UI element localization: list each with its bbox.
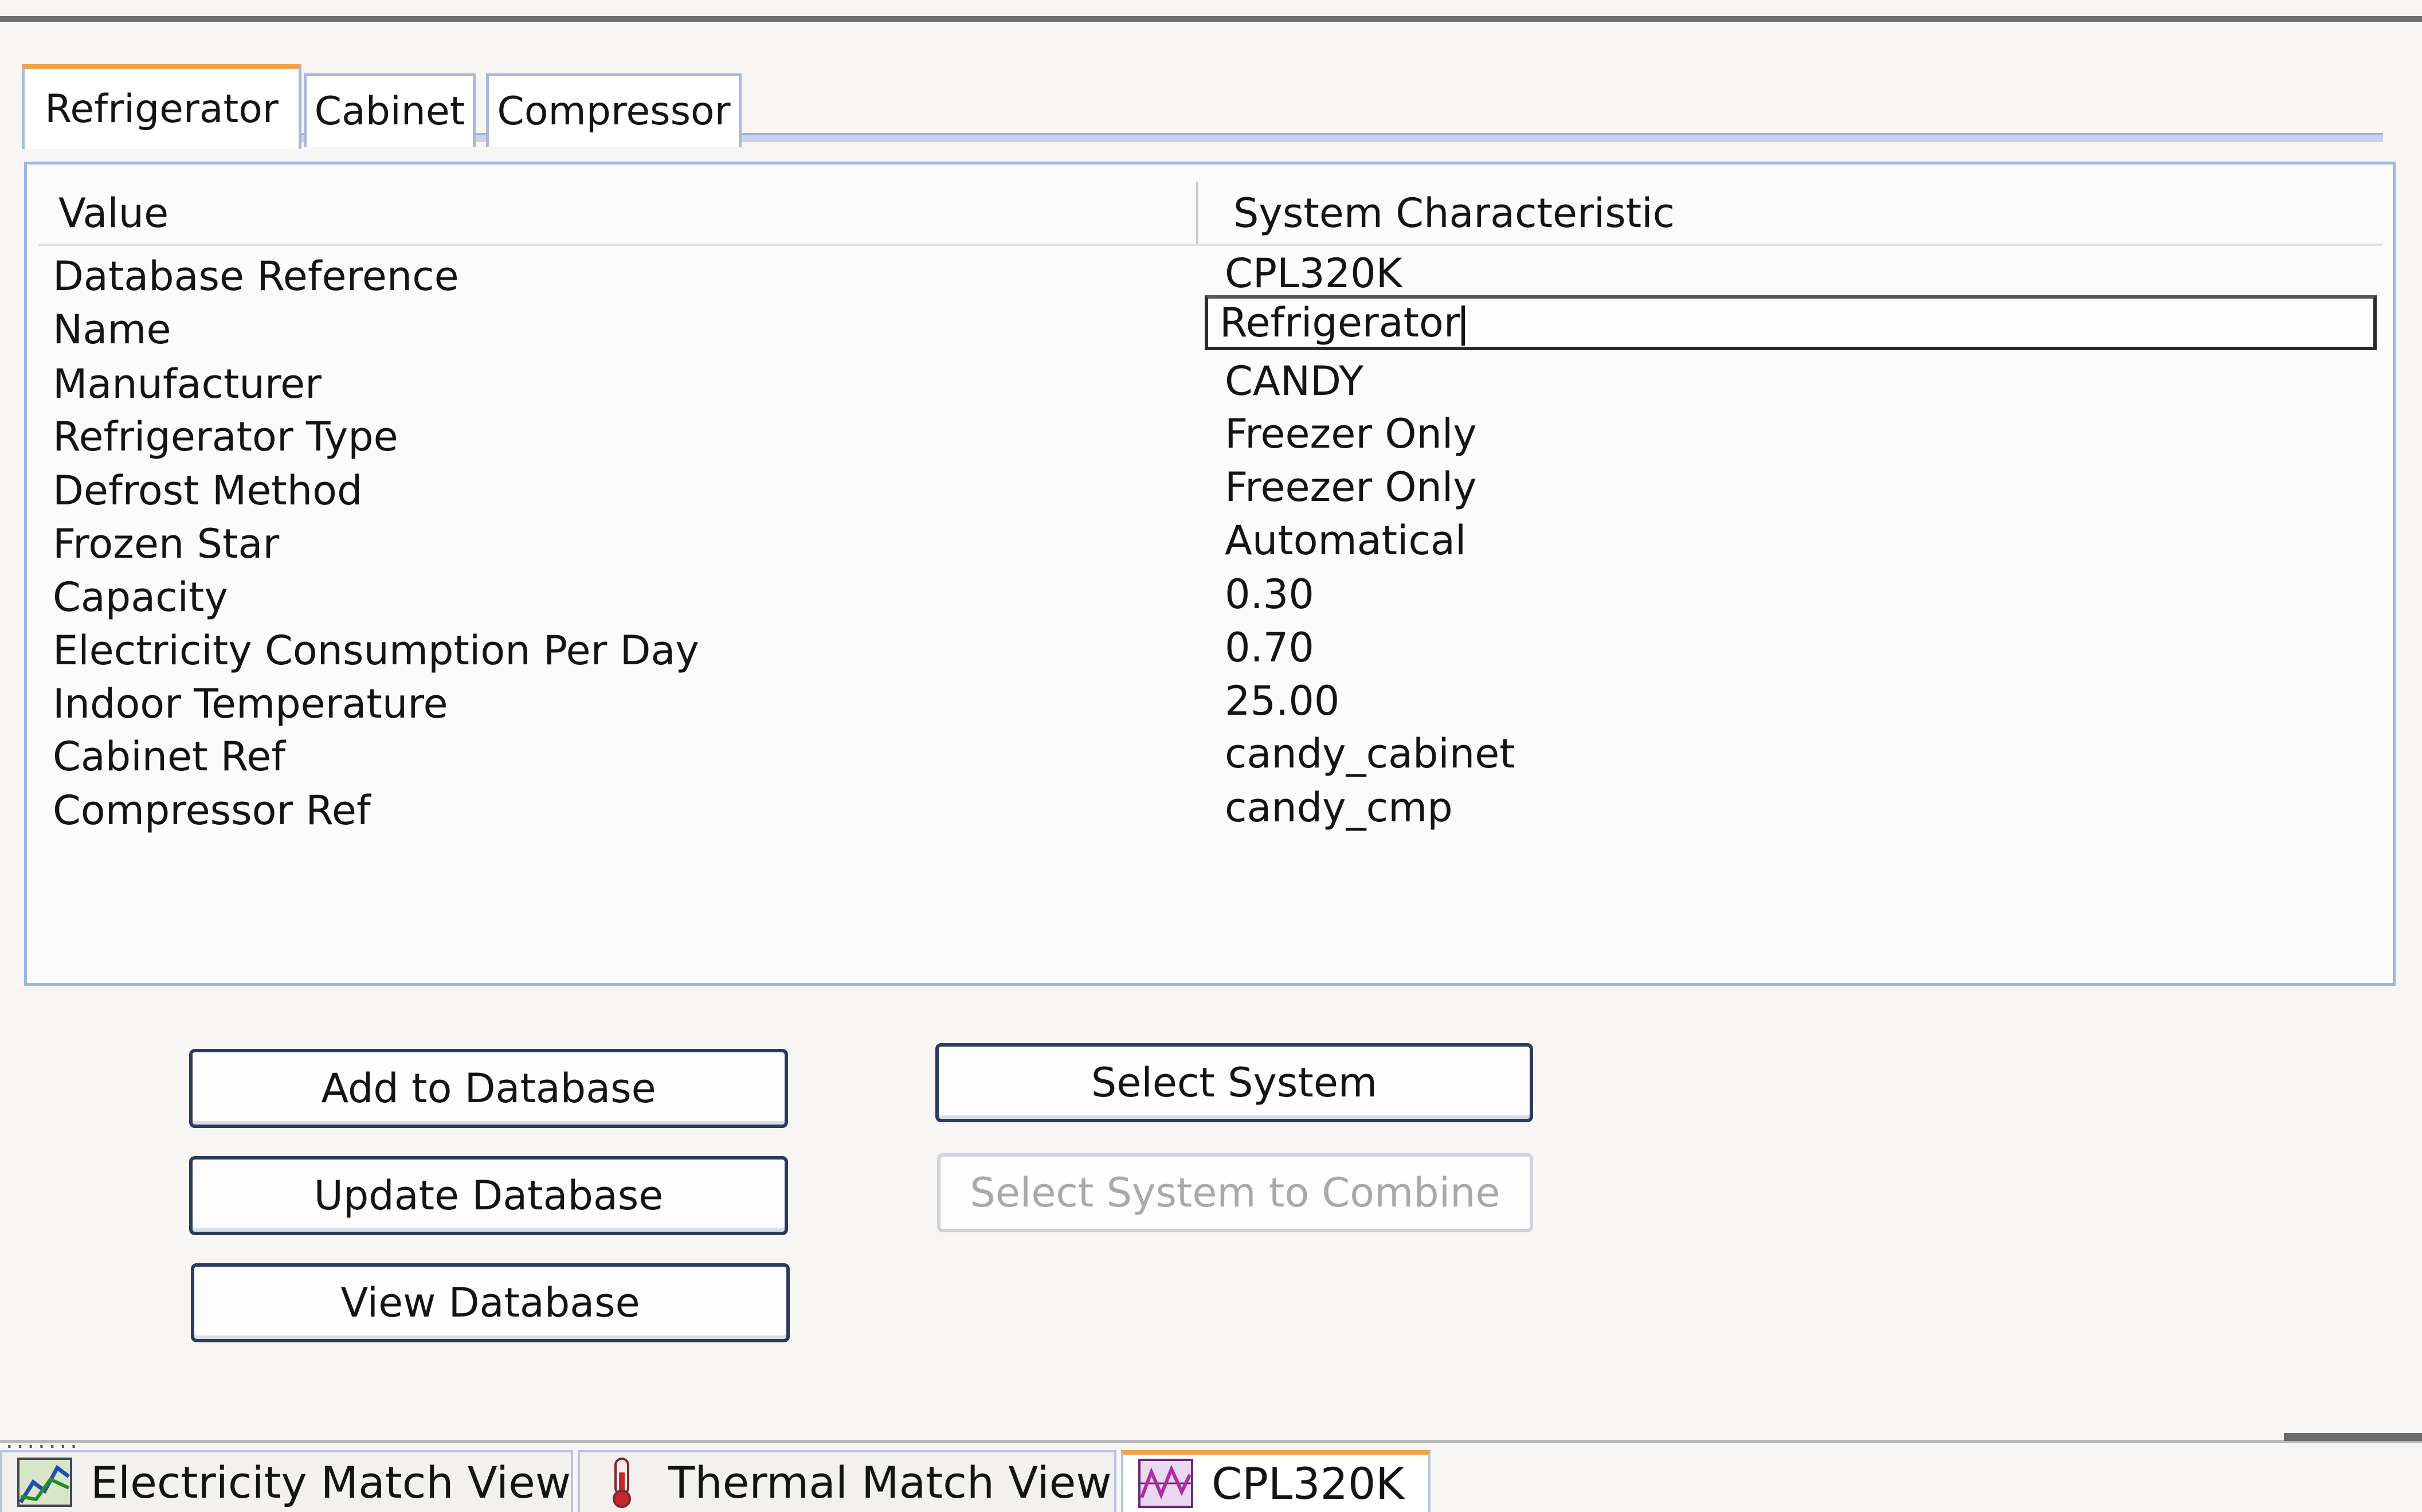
name-edit-text: Refrigerator	[1220, 299, 1465, 347]
bottom-tab-electricity-match-view[interactable]: Electricity Match View (e)	[0, 1450, 645, 1512]
refrigerator-chart-icon	[1138, 1459, 1193, 1508]
row-value-frozen-star[interactable]: Automatical	[1225, 515, 1466, 566]
row-value-manufacturer[interactable]: CANDY	[1225, 355, 1363, 407]
column-header-characteristic[interactable]: System Characteristic	[1233, 187, 1675, 239]
row-label-database-reference: Database Reference	[53, 253, 459, 300]
row-label-indoor-temperature: Indoor Temperature	[53, 680, 448, 727]
update-database-label: Update Database	[313, 1172, 664, 1219]
row-value-cabinet-ref[interactable]: candy_cabinet	[1225, 728, 1515, 779]
column-header-value[interactable]: Value	[58, 187, 168, 239]
select-system-button[interactable]: Select System	[935, 1043, 1533, 1122]
tab-compressor[interactable]: Compressor	[486, 73, 742, 147]
bottom-tab-thermal-label: Thermal Match View (t)	[668, 1456, 1177, 1508]
row-value-electricity-consumption[interactable]: 0.70	[1225, 622, 1314, 673]
row-label-capacity: Capacity	[53, 574, 228, 621]
add-to-database-label: Add to Database	[321, 1065, 656, 1112]
tab-cabinet[interactable]: Cabinet	[304, 73, 476, 147]
tab-cabinet-label: Cabinet	[314, 89, 465, 134]
column-divider[interactable]	[1196, 182, 1198, 245]
bottom-tab-rule	[0, 1440, 2422, 1443]
view-database-label: View Database	[340, 1279, 640, 1326]
row-value-compressor-ref[interactable]: candy_cmp	[1225, 782, 1453, 833]
row-value-refrigerator-type[interactable]: Freezer Only	[1225, 408, 1477, 460]
row-label-compressor-ref: Compressor Ref	[53, 787, 371, 834]
add-to-database-button[interactable]: Add to Database	[189, 1049, 788, 1128]
row-label-electricity-consumption: Electricity Consumption Per Day	[53, 627, 699, 674]
row-label-frozen-star: Frozen Star	[53, 520, 280, 567]
row-value-capacity[interactable]: 0.30	[1225, 569, 1314, 620]
select-system-to-combine-label: Select System to Combine	[970, 1169, 1500, 1216]
bottom-scroll-indicator	[2284, 1433, 2422, 1441]
property-grid: Value System Characteristic Database Ref…	[24, 162, 2396, 986]
text-caret	[1461, 305, 1465, 346]
bottom-tab-electricity-label: Electricity Match View (e)	[91, 1456, 646, 1508]
select-system-label: Select System	[1091, 1059, 1378, 1106]
bottom-tab-thermal-match-view[interactable]: Thermal Match View (t)	[578, 1450, 1177, 1512]
tab-strip: Refrigerator Cabinet Compressor	[22, 64, 2383, 150]
chart-icon	[17, 1458, 72, 1507]
view-database-button[interactable]: View Database	[191, 1263, 790, 1342]
name-edit-value: Refrigerator	[1220, 299, 1460, 346]
name-edit-field[interactable]: Refrigerator	[1205, 295, 2377, 350]
column-header-value-label: Value	[58, 190, 169, 237]
bottom-tab-cpl320k[interactable]: CPL320K	[1121, 1450, 1431, 1512]
row-value-database-reference[interactable]: CPL320K	[1225, 248, 1402, 299]
tab-compressor-label: Compressor	[497, 89, 731, 134]
thermometer-icon	[613, 1458, 631, 1508]
bottom-tab-cpl320k-label: CPL320K	[1212, 1458, 1405, 1509]
column-header-characteristic-label: System Characteristic	[1233, 190, 1675, 237]
window-top-border	[0, 16, 2422, 22]
select-system-to-combine-button: Select System to Combine	[937, 1153, 1533, 1232]
row-label-name: Name	[53, 306, 171, 353]
row-value-defrost-method[interactable]: Freezer Only	[1225, 461, 1477, 513]
row-value-indoor-temperature[interactable]: 25.00	[1225, 675, 1339, 727]
header-rule	[38, 244, 2382, 246]
row-label-defrost-method: Defrost Method	[53, 467, 363, 514]
tab-refrigerator-label: Refrigerator	[45, 86, 279, 132]
row-label-cabinet-ref: Cabinet Ref	[53, 733, 285, 780]
row-label-refrigerator-type: Refrigerator Type	[53, 413, 398, 460]
update-database-button[interactable]: Update Database	[189, 1156, 788, 1235]
row-label-manufacturer: Manufacturer	[53, 361, 322, 408]
tab-refrigerator[interactable]: Refrigerator	[22, 64, 301, 149]
